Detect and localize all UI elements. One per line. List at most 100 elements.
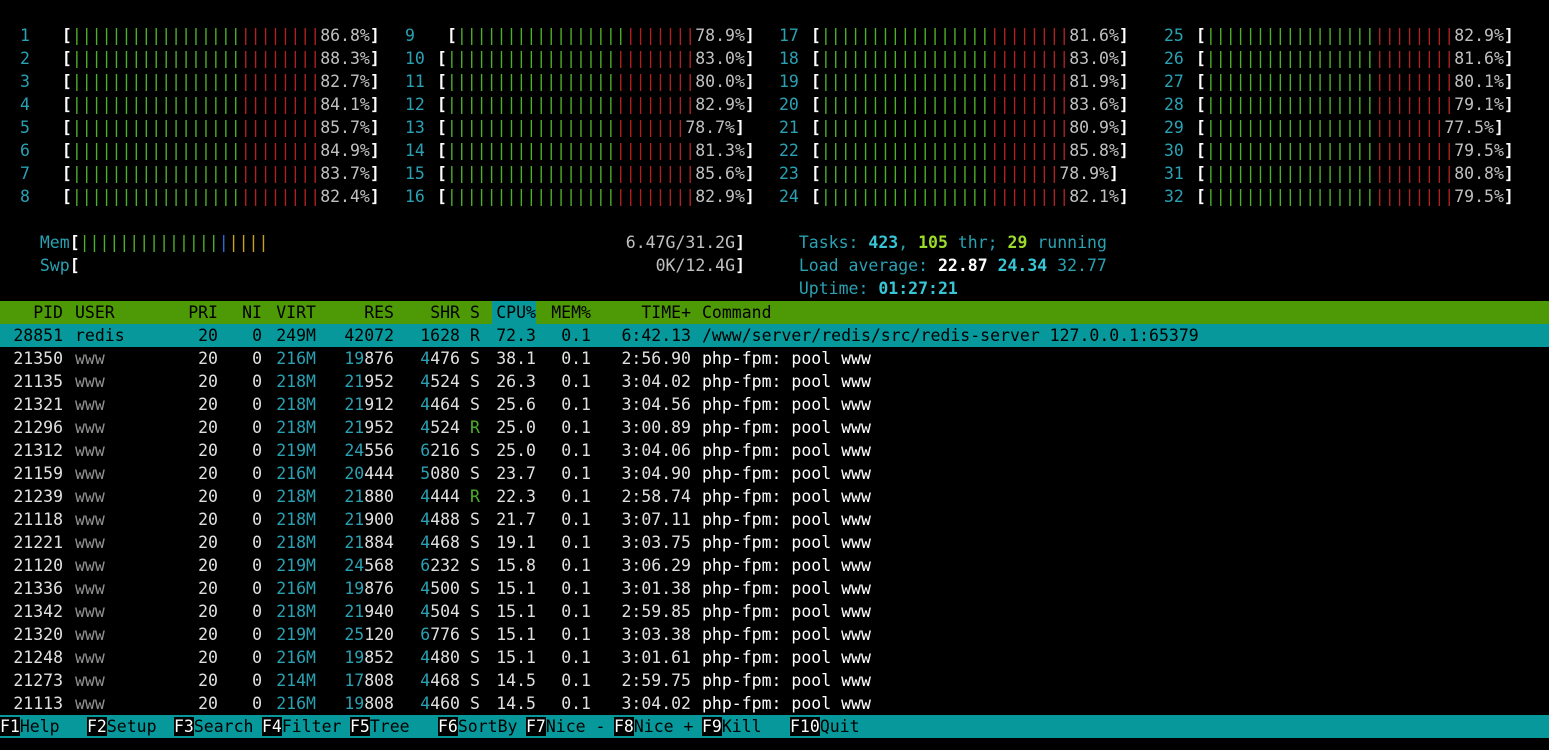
cpu-meter-6: 6 [|||||||||||||||||||||||||84.9%] — [20, 141, 380, 160]
cell-ni: 0 — [252, 648, 262, 667]
column-header-res[interactable]: RES — [326, 301, 394, 324]
fkey-quit-button[interactable]: F10Quit — [790, 715, 890, 738]
fkey-setup-button[interactable]: F2Setup — [87, 715, 173, 738]
process-row[interactable]: 21159 www 20 0 216M 20444 5080 S 23.7 0.1 3:04.90 p… — [0, 462, 1549, 485]
process-row[interactable]: 21296 www 20 0 218M 21952 4524 R 25.0 0.1 3:00.89 p… — [0, 416, 1549, 439]
cell-mem: 0.1 — [561, 372, 591, 391]
cpu-percent: 88.3% — [320, 49, 370, 68]
process-row[interactable]: 21239 www 20 0 218M 21880 4444 R 22.3 0.1 2:58.74 p… — [0, 485, 1549, 508]
cell-virt: 218M — [276, 418, 316, 437]
cell-s: R — [470, 487, 480, 506]
column-header-pri[interactable]: PRI — [175, 301, 218, 324]
process-row[interactable]: 21118 www 20 0 218M 21900 4488 S 21.7 0.1 3:07.11 p… — [0, 508, 1549, 531]
cpu-usage-bar: ||||||||||||||||||||||||| — [446, 141, 696, 160]
cpu-meter-12: 12 [|||||||||||||||||||||||||82.9%] — [405, 95, 755, 114]
cell-pri: 20 — [198, 487, 218, 506]
cpu-usage-bar: ||||||||||||||||||||||||| — [446, 95, 696, 114]
process-row[interactable]: 21336 www 20 0 216M 19876 4500 S 15.1 0.1 3:01.38 p… — [0, 577, 1549, 600]
cell-pid: 21296 — [13, 418, 63, 437]
cell-pid: 21221 — [13, 533, 63, 552]
cell-shr: 6232 — [420, 556, 460, 575]
process-row[interactable]: 21221 www 20 0 218M 21884 4468 S 19.1 0.1 3:03.75 p… — [0, 531, 1549, 554]
cell-virt: 216M — [276, 648, 316, 667]
cell-virt: 218M — [276, 533, 316, 552]
cpu-number: 23 — [779, 164, 799, 183]
column-header-time-[interactable]: TIME+ — [601, 301, 691, 324]
cpu-usage-bar: ||||||||||||||||||||||||| — [820, 49, 1070, 68]
fkey-kill-button[interactable]: F9Kill — [702, 715, 788, 738]
fkey-search-button[interactable]: F3Search — [174, 715, 260, 738]
process-row[interactable]: 21320 www 20 0 219M 25120 6776 S 15.1 0.1 3:03.38 p… — [0, 623, 1549, 646]
cell-res: 42072 — [344, 326, 394, 345]
cell-shr: 4468 — [420, 533, 460, 552]
column-header-user[interactable]: USER — [75, 301, 165, 324]
column-header-ni[interactable]: NI — [228, 301, 262, 324]
process-row[interactable]: 21135 www 20 0 218M 21952 4524 S 26.3 0.1 3:04.02 p… — [0, 370, 1549, 393]
cpu-usage-bar: ||||||||||||||||||||||||| — [71, 26, 321, 45]
cell-ni: 0 — [252, 556, 262, 575]
cpu-meter-20: 20 [|||||||||||||||||||||||||83.6%] — [779, 95, 1129, 114]
process-row[interactable]: 21312 www 20 0 219M 24556 6216 S 25.0 0.1 3:04.06 p… — [0, 439, 1549, 462]
cell-mem: 0.1 — [561, 671, 591, 690]
process-row[interactable]: 21113 www 20 0 216M 19808 4460 S 14.5 0.1 3:04.02 p… — [0, 692, 1549, 715]
process-row[interactable]: 21120 www 20 0 219M 24568 6232 S 15.8 0.1 3:06.29 p… — [0, 554, 1549, 577]
cell-cmd: php-fpm: pool www — [702, 533, 871, 552]
cell-time: 2:59.85 — [621, 602, 691, 621]
cell-time: 3:04.02 — [621, 694, 691, 713]
cpu-percent: 84.1% — [320, 95, 370, 114]
cell-pid: 21321 — [13, 395, 63, 414]
cell-s: S — [470, 510, 480, 529]
process-row[interactable]: 21342 www 20 0 218M 21940 4504 S 15.1 0.1 2:59.85 p… — [0, 600, 1549, 623]
cell-cmd: php-fpm: pool www — [702, 418, 871, 437]
cell-pri: 20 — [198, 648, 218, 667]
cell-mem: 0.1 — [561, 556, 591, 575]
cpu-number: 11 — [405, 72, 425, 91]
cpu-usage-bar: ||||||||||||||||||||||||| — [446, 187, 696, 206]
process-row[interactable]: 21321 www 20 0 218M 21912 4464 S 25.6 0.1 3:04.56 p… — [0, 393, 1549, 416]
cell-pid: 21350 — [13, 349, 63, 368]
cpu-meter-27: 27 [|||||||||||||||||||||||||80.1%] — [1164, 72, 1514, 91]
column-header-s[interactable]: S — [470, 301, 482, 324]
cpu-number: 26 — [1164, 49, 1184, 68]
fkey-filter-button[interactable]: F4Filter — [262, 715, 348, 738]
column-header-shr[interactable]: SHR — [404, 301, 460, 324]
cell-s: S — [470, 533, 480, 552]
column-header-command[interactable]: Command — [702, 301, 1542, 324]
cpu-usage-bar: ||||||||||||||||||||||||| — [446, 72, 696, 91]
column-header-pid[interactable]: PID — [0, 301, 63, 324]
cpu-meter-4: 4 [|||||||||||||||||||||||||84.1%] — [20, 95, 380, 114]
process-row[interactable]: 21350 www 20 0 216M 19876 4476 S 38.1 0.1 2:56.90 p… — [0, 347, 1549, 370]
cpu-meter-14: 14 [|||||||||||||||||||||||||81.3%] — [405, 141, 755, 160]
column-header-mem-[interactable]: MEM% — [546, 301, 591, 324]
cell-pri: 20 — [198, 372, 218, 391]
fkey-sortby-button[interactable]: F6SortBy — [438, 715, 524, 738]
fkey-nice-button[interactable]: F8Nice + — [614, 715, 700, 738]
cell-user: www — [75, 510, 105, 529]
cell-pid: 21159 — [13, 464, 63, 483]
process-row[interactable]: 21273 www 20 0 214M 17808 4468 S 14.5 0.1 2:59.75 p… — [0, 669, 1549, 692]
column-header-virt[interactable]: VIRT — [272, 301, 316, 324]
cell-cmd: php-fpm: pool www — [702, 441, 871, 460]
fkey-nice-button[interactable]: F7Nice - — [526, 715, 612, 738]
cell-virt: 249M — [276, 326, 316, 345]
cell-virt: 216M — [276, 464, 316, 483]
cpu-number: 22 — [779, 141, 799, 160]
cell-user: www — [75, 579, 105, 598]
cell-user: www — [75, 464, 105, 483]
cell-shr: 4464 — [420, 395, 460, 414]
cpu-meter-17: 17 [|||||||||||||||||||||||||81.6%] — [779, 26, 1129, 45]
process-row[interactable]: 21248 www 20 0 216M 19852 4480 S 15.1 0.1 3:01.61 p… — [0, 646, 1549, 669]
cell-user: redis — [75, 326, 125, 345]
fkey-tree-button[interactable]: F5Tree — [350, 715, 436, 738]
cpu-usage-bar: ||||||||||||||||||||||||| — [820, 141, 1070, 160]
cell-shr: 5080 — [420, 464, 460, 483]
cell-mem: 0.1 — [561, 510, 591, 529]
cpu-number: 1 — [20, 26, 30, 45]
fkey-help-button[interactable]: F1Help — [0, 715, 86, 738]
cpu-usage-bar: ||||||||||||||||||||||||| — [71, 95, 321, 114]
cell-res: 21940 — [344, 602, 394, 621]
cell-time: 6:42.13 — [621, 326, 691, 345]
cell-cmd: php-fpm: pool www — [702, 648, 871, 667]
selected-process-row[interactable]: 28851 redis 20 0 249M 42072 1628 R 72.3 0.1 6:42.1… — [0, 324, 1549, 347]
column-header-cpu-[interactable]: CPU% — [492, 301, 536, 324]
